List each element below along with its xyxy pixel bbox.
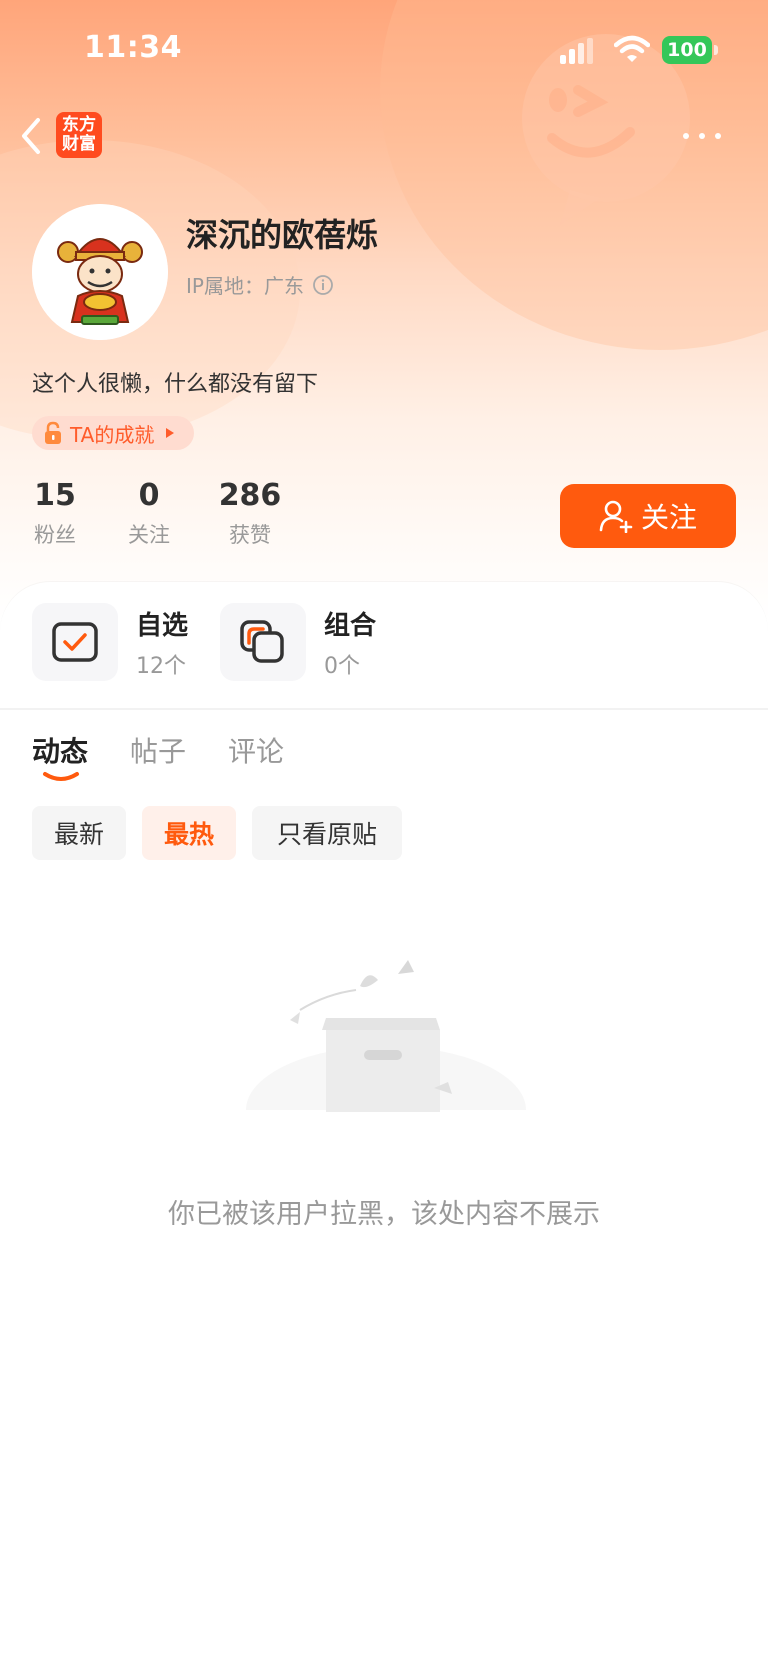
tab-dynamics[interactable]: 动态 bbox=[32, 730, 88, 770]
active-tab-indicator bbox=[43, 772, 79, 781]
follow-button[interactable]: 关注 bbox=[560, 484, 736, 548]
god-of-wealth-avatar-icon bbox=[32, 204, 168, 340]
stat-fans[interactable]: 15 粉丝 bbox=[30, 478, 80, 549]
entry-title: 自选 bbox=[136, 610, 189, 641]
filter-original-only[interactable]: 只看原贴 bbox=[252, 806, 402, 860]
stat-value: 15 bbox=[34, 478, 76, 513]
tab-comments[interactable]: 评论 bbox=[228, 730, 284, 770]
stat-value: 286 bbox=[218, 478, 282, 513]
battery-icon: 100 bbox=[662, 36, 712, 64]
triangle-right-icon bbox=[166, 428, 175, 438]
stat-value: 0 bbox=[138, 478, 160, 513]
back-icon[interactable] bbox=[16, 114, 46, 158]
app-logo[interactable]: 东方 财富 bbox=[56, 112, 102, 158]
achievement-label: TA的成就 bbox=[70, 422, 155, 447]
entry-icon-box bbox=[32, 603, 118, 681]
lock-icon bbox=[45, 421, 61, 444]
stat-label: 关注 bbox=[128, 523, 170, 547]
ip-location: IP属地：广东 bbox=[186, 270, 334, 299]
watchlist-check-icon bbox=[52, 622, 98, 662]
entry-text: 组合 0个 bbox=[324, 605, 376, 680]
signal-icon bbox=[560, 38, 593, 64]
watchlist-entry[interactable]: 自选 12个 bbox=[32, 603, 188, 681]
stat-likes[interactable]: 286 获赞 bbox=[216, 478, 284, 549]
stat-following[interactable]: 0 关注 bbox=[124, 478, 174, 549]
battery-tip bbox=[714, 45, 718, 55]
empty-box-icon bbox=[236, 960, 536, 1150]
logo-text-line1: 东方 bbox=[62, 115, 96, 135]
username: 深沉的欧蓓烁 bbox=[186, 216, 379, 254]
tab-posts[interactable]: 帖子 bbox=[130, 730, 186, 770]
bio: 这个人很懒，什么都没有留下 bbox=[32, 372, 319, 397]
portfolio-icon bbox=[240, 620, 284, 663]
entry-icon-box bbox=[220, 603, 306, 681]
more-icon[interactable] bbox=[680, 124, 724, 148]
filter-latest[interactable]: 最新 bbox=[32, 806, 126, 860]
stat-label: 粉丝 bbox=[34, 523, 76, 547]
filter-hottest[interactable]: 最热 bbox=[142, 806, 236, 860]
entry-text: 自选 12个 bbox=[136, 605, 188, 680]
empty-state-message: 你已被该用户拉黑，该处内容不展示 bbox=[168, 1199, 600, 1230]
wifi-icon bbox=[614, 35, 650, 62]
divider bbox=[0, 708, 768, 710]
avatar[interactable] bbox=[32, 204, 168, 340]
ip-location-text: IP属地：广东 bbox=[186, 274, 304, 298]
profile-screen: 11:34 100 东方 财富 深沉的欧蓓烁 IP属地：广东 这个人很懒，什么都… bbox=[0, 0, 768, 1663]
stat-label: 获赞 bbox=[229, 523, 271, 547]
entry-title: 组合 bbox=[324, 610, 377, 641]
entry-count: 0个 bbox=[324, 653, 360, 679]
entry-count: 12个 bbox=[136, 653, 186, 679]
achievement-button[interactable]: TA的成就 bbox=[32, 416, 194, 450]
follow-label: 关注 bbox=[640, 501, 697, 534]
status-time: 11:34 bbox=[84, 30, 182, 65]
portfolio-entry[interactable]: 组合 0个 bbox=[220, 603, 376, 681]
logo-text-line2: 财富 bbox=[62, 134, 96, 154]
info-icon[interactable] bbox=[312, 274, 334, 296]
add-user-icon bbox=[599, 500, 633, 533]
